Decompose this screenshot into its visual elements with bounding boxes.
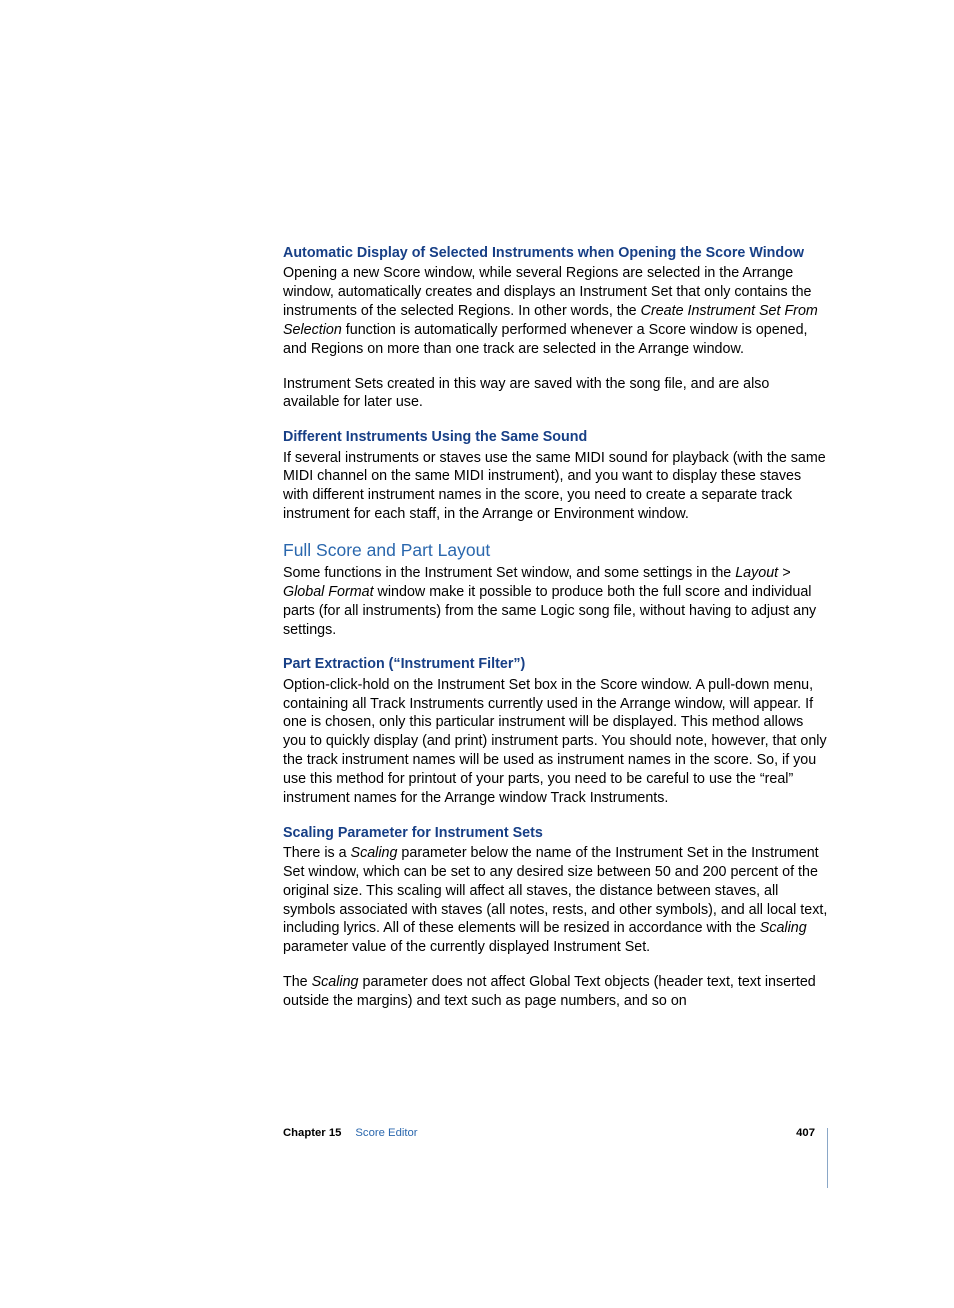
chapter-title: Score Editor xyxy=(355,1128,417,1139)
paragraph: Instrument Sets created in this way are … xyxy=(283,375,828,413)
page-footer: Chapter 15 Score Editor 407 xyxy=(283,1128,828,1188)
footer-left: Chapter 15 Score Editor xyxy=(283,1128,418,1139)
text-run: Some functions in the Instrument Set win… xyxy=(283,565,735,581)
text-run: function is automatically performed when… xyxy=(283,322,808,357)
subhead-part-extraction: Part Extraction (“Instrument Filter”) xyxy=(283,655,828,674)
paragraph: If several instruments or staves use the… xyxy=(283,449,828,524)
paragraph: There is a Scaling parameter below the n… xyxy=(283,844,828,957)
chapter-label: Chapter 15 xyxy=(283,1128,341,1139)
paragraph: Opening a new Score window, while severa… xyxy=(283,264,828,358)
document-page: Automatic Display of Selected Instrument… xyxy=(0,0,954,1308)
text-italic: Scaling xyxy=(312,974,359,990)
paragraph: Some functions in the Instrument Set win… xyxy=(283,564,828,639)
text-run: parameter does not affect Global Text ob… xyxy=(283,974,816,1009)
text-run: There is a xyxy=(283,845,351,861)
text-italic: Scaling xyxy=(351,845,398,861)
paragraph: The Scaling parameter does not affect Gl… xyxy=(283,973,828,1011)
text-run: The xyxy=(283,974,312,990)
paragraph: Option-click-hold on the Instrument Set … xyxy=(283,676,828,808)
page-number: 407 xyxy=(796,1128,815,1139)
text-run: parameter value of the currently display… xyxy=(283,939,650,955)
subhead-scaling: Scaling Parameter for Instrument Sets xyxy=(283,824,828,843)
subhead-auto-display: Automatic Display of Selected Instrument… xyxy=(283,244,828,263)
subhead-diff-instruments: Different Instruments Using the Same Sou… xyxy=(283,428,828,447)
text-italic: Scaling xyxy=(760,920,807,936)
footer-row: Chapter 15 Score Editor 407 xyxy=(283,1128,815,1139)
section-title-full-score: Full Score and Part Layout xyxy=(283,540,828,562)
